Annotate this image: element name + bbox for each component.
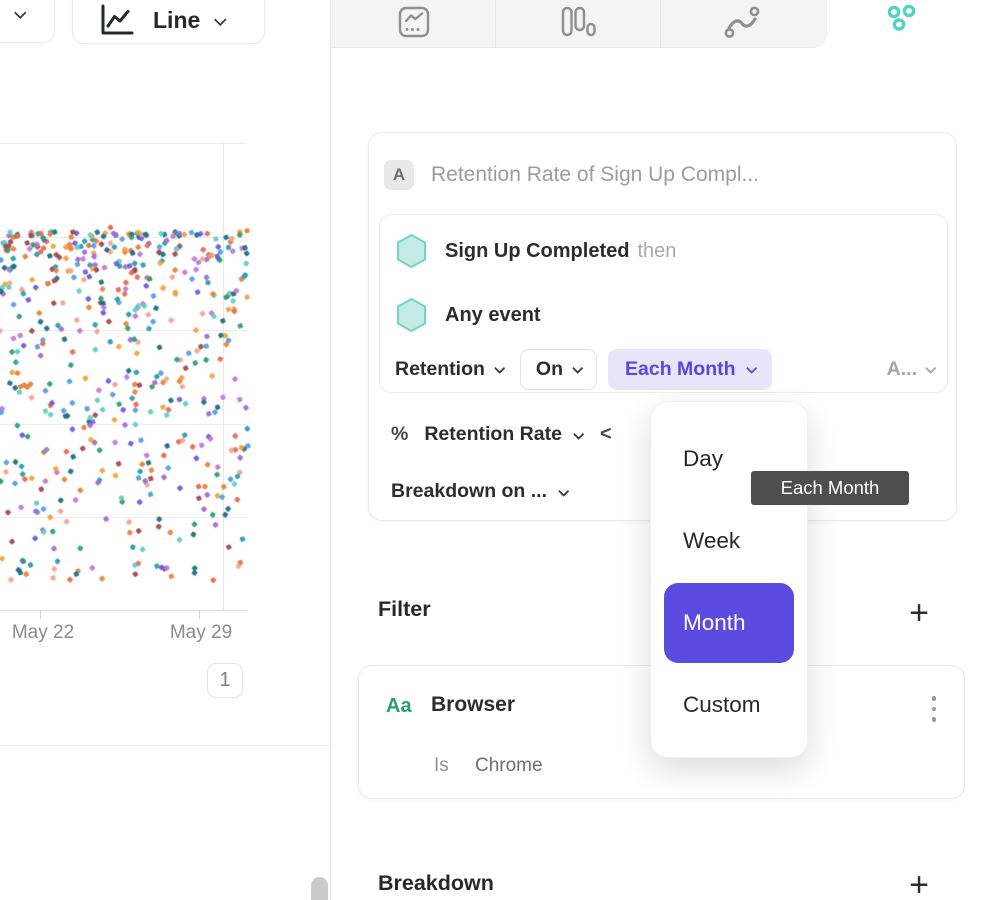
section-divider [0, 745, 331, 746]
event-row-first[interactable]: Sign Up Completed then [395, 233, 676, 269]
scatter-plot-area[interactable] [0, 140, 331, 615]
operator-glyph: < [600, 423, 612, 446]
chevron-down-icon [214, 13, 227, 26]
chevron-down-icon [14, 6, 27, 19]
pagination-page-button[interactable]: 1 [207, 663, 243, 698]
analytics-app-screen: Line May 22 May 29 1 [0, 0, 982, 900]
flow-icon[interactable] [723, 5, 761, 39]
filter-value[interactable]: Chrome [475, 755, 543, 777]
percent-icon: % [391, 423, 408, 446]
event-hexagon-icon [395, 297, 428, 333]
query-title[interactable]: Retention Rate of Sign Up Compl... [431, 163, 759, 187]
truncated-dropdown[interactable]: A... [887, 358, 934, 381]
event-row-return[interactable]: Any event [395, 297, 541, 333]
menu-item-month-selected[interactable]: Month [664, 583, 794, 663]
chevron-down-icon [746, 363, 757, 374]
filter-operator[interactable]: Is [434, 755, 449, 777]
menu-item-day[interactable]: Day [683, 446, 723, 472]
chart-pane: Line May 22 May 29 1 [0, 0, 331, 900]
tab-separator [660, 0, 661, 48]
event-steps-card: Sign Up Completed then Any event Retenti… [379, 214, 948, 393]
menu-item-custom[interactable]: Custom [683, 692, 761, 718]
string-type-icon: Aa [386, 695, 412, 718]
scrollbar-thumb[interactable] [311, 877, 328, 900]
menu-item-week[interactable]: Week [683, 528, 740, 554]
filter-property[interactable]: Browser [431, 693, 515, 717]
chevron-down-icon [573, 428, 584, 439]
chart-type-label: Line [153, 7, 200, 34]
event-suffix: then [637, 240, 676, 263]
x-axis-label: May 29 [170, 622, 232, 644]
breakdown-on-dropdown[interactable]: Breakdown on ... [391, 480, 567, 503]
kebab-menu-icon[interactable] [921, 693, 947, 725]
x-axis-label: May 22 [12, 622, 74, 644]
tab-separator [495, 0, 496, 48]
add-breakdown-button[interactable]: + [902, 868, 936, 900]
measure-dropdown[interactable]: Retention Rate [424, 423, 562, 446]
metric-dropdown[interactable]: Retention [395, 358, 503, 381]
add-filter-button[interactable]: + [902, 596, 936, 630]
collapsed-dropdown-button[interactable] [0, 0, 55, 43]
chevron-down-icon [925, 363, 936, 374]
interval-tooltip: Each Month [751, 471, 909, 505]
on-dropdown[interactable]: On [520, 349, 597, 390]
retention-controls-row: Retention On Each Month A... [395, 347, 934, 391]
event-name: Any event [445, 304, 541, 327]
filter-section-title: Filter [378, 597, 431, 622]
series-badge[interactable]: A [384, 160, 414, 190]
chevron-down-icon [558, 485, 569, 496]
chevron-down-icon [572, 363, 583, 374]
bar-chart-icon[interactable] [559, 5, 597, 39]
chevron-down-icon [494, 363, 505, 374]
event-name: Sign Up Completed [445, 240, 629, 263]
scatter-dots-icon[interactable] [884, 2, 922, 34]
measure-row: % Retention Rate < [391, 423, 612, 446]
insight-chart-icon[interactable] [397, 5, 431, 39]
interval-dropdown[interactable]: Each Month [608, 349, 772, 390]
interval-menu: Day Week Month Custom [650, 401, 808, 758]
event-hexagon-icon [395, 233, 428, 269]
chart-type-button[interactable]: Line [72, 0, 265, 44]
breakdown-section-title: Breakdown [378, 871, 494, 896]
line-chart-icon [99, 4, 135, 38]
chart-view-tabbar [331, 0, 827, 48]
